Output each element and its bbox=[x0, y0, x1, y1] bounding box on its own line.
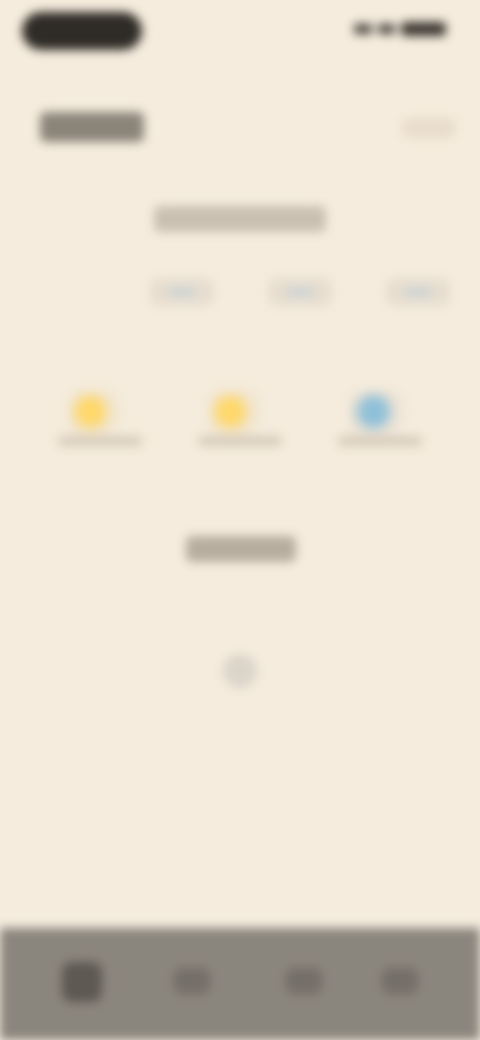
calendar-day[interactable] bbox=[271, 644, 332, 698]
status-icons bbox=[354, 20, 446, 38]
sun-icon bbox=[208, 390, 272, 438]
signal-icon bbox=[354, 24, 372, 34]
calendar-day[interactable] bbox=[209, 806, 270, 860]
calendar-day[interactable] bbox=[393, 806, 454, 860]
status-time-pill bbox=[22, 12, 142, 50]
home-icon[interactable] bbox=[62, 962, 102, 1002]
settings-icon[interactable] bbox=[382, 968, 418, 994]
calendar-day[interactable] bbox=[209, 644, 270, 698]
battery-icon bbox=[401, 22, 446, 36]
calendar-day[interactable] bbox=[209, 698, 270, 752]
weekday-label bbox=[209, 590, 270, 630]
stats-row bbox=[40, 380, 440, 460]
header-action-button[interactable] bbox=[402, 118, 456, 138]
weekday-label bbox=[148, 590, 209, 630]
weekday-label bbox=[393, 590, 454, 630]
weekday-label bbox=[26, 590, 87, 630]
calendar-day[interactable] bbox=[393, 644, 454, 698]
calendar-day[interactable] bbox=[87, 698, 148, 752]
calendar-day[interactable] bbox=[332, 752, 393, 806]
summary-tabs bbox=[150, 278, 450, 310]
stat-card-1[interactable] bbox=[40, 380, 160, 460]
list-icon[interactable] bbox=[174, 968, 210, 994]
stat-card-2[interactable] bbox=[180, 380, 300, 460]
stat-card-3[interactable] bbox=[320, 380, 440, 460]
calendar-day[interactable] bbox=[26, 806, 87, 860]
weekday-label bbox=[87, 590, 148, 630]
calendar-title bbox=[186, 536, 296, 562]
calendar-day[interactable] bbox=[87, 644, 148, 698]
tab-2[interactable] bbox=[268, 278, 332, 306]
calendar-grid bbox=[26, 590, 454, 860]
weekday-label bbox=[332, 590, 393, 630]
calendar-day[interactable] bbox=[271, 806, 332, 860]
cloud-icon bbox=[348, 390, 412, 438]
calendar-day[interactable] bbox=[148, 698, 209, 752]
calendar-day[interactable] bbox=[332, 806, 393, 860]
calendar-day[interactable] bbox=[148, 806, 209, 860]
screen bbox=[0, 0, 480, 1040]
calendar-day[interactable] bbox=[271, 752, 332, 806]
page-title bbox=[40, 112, 144, 142]
wifi-icon bbox=[377, 24, 396, 34]
calendar-day[interactable] bbox=[393, 698, 454, 752]
calendar-day[interactable] bbox=[393, 752, 454, 806]
chart-icon[interactable] bbox=[286, 968, 322, 994]
tab-1[interactable] bbox=[150, 278, 214, 306]
summary-title bbox=[154, 206, 326, 232]
calendar-day[interactable] bbox=[332, 644, 393, 698]
calendar-day[interactable] bbox=[332, 698, 393, 752]
calendar-day[interactable] bbox=[209, 752, 270, 806]
calendar-day[interactable] bbox=[87, 806, 148, 860]
calendar-day[interactable] bbox=[148, 752, 209, 806]
stat-label bbox=[58, 436, 142, 446]
weekday-label bbox=[271, 590, 332, 630]
calendar-day[interactable] bbox=[271, 698, 332, 752]
bottom-navigation bbox=[0, 928, 480, 1040]
sun-icon bbox=[68, 390, 132, 438]
stat-label bbox=[198, 436, 282, 446]
tab-3[interactable] bbox=[386, 278, 450, 306]
calendar-day[interactable] bbox=[26, 698, 87, 752]
calendar-day[interactable] bbox=[87, 752, 148, 806]
calendar-day[interactable] bbox=[148, 644, 209, 698]
stat-label bbox=[338, 436, 422, 446]
calendar-day[interactable] bbox=[26, 644, 87, 698]
calendar-day[interactable] bbox=[26, 752, 87, 806]
